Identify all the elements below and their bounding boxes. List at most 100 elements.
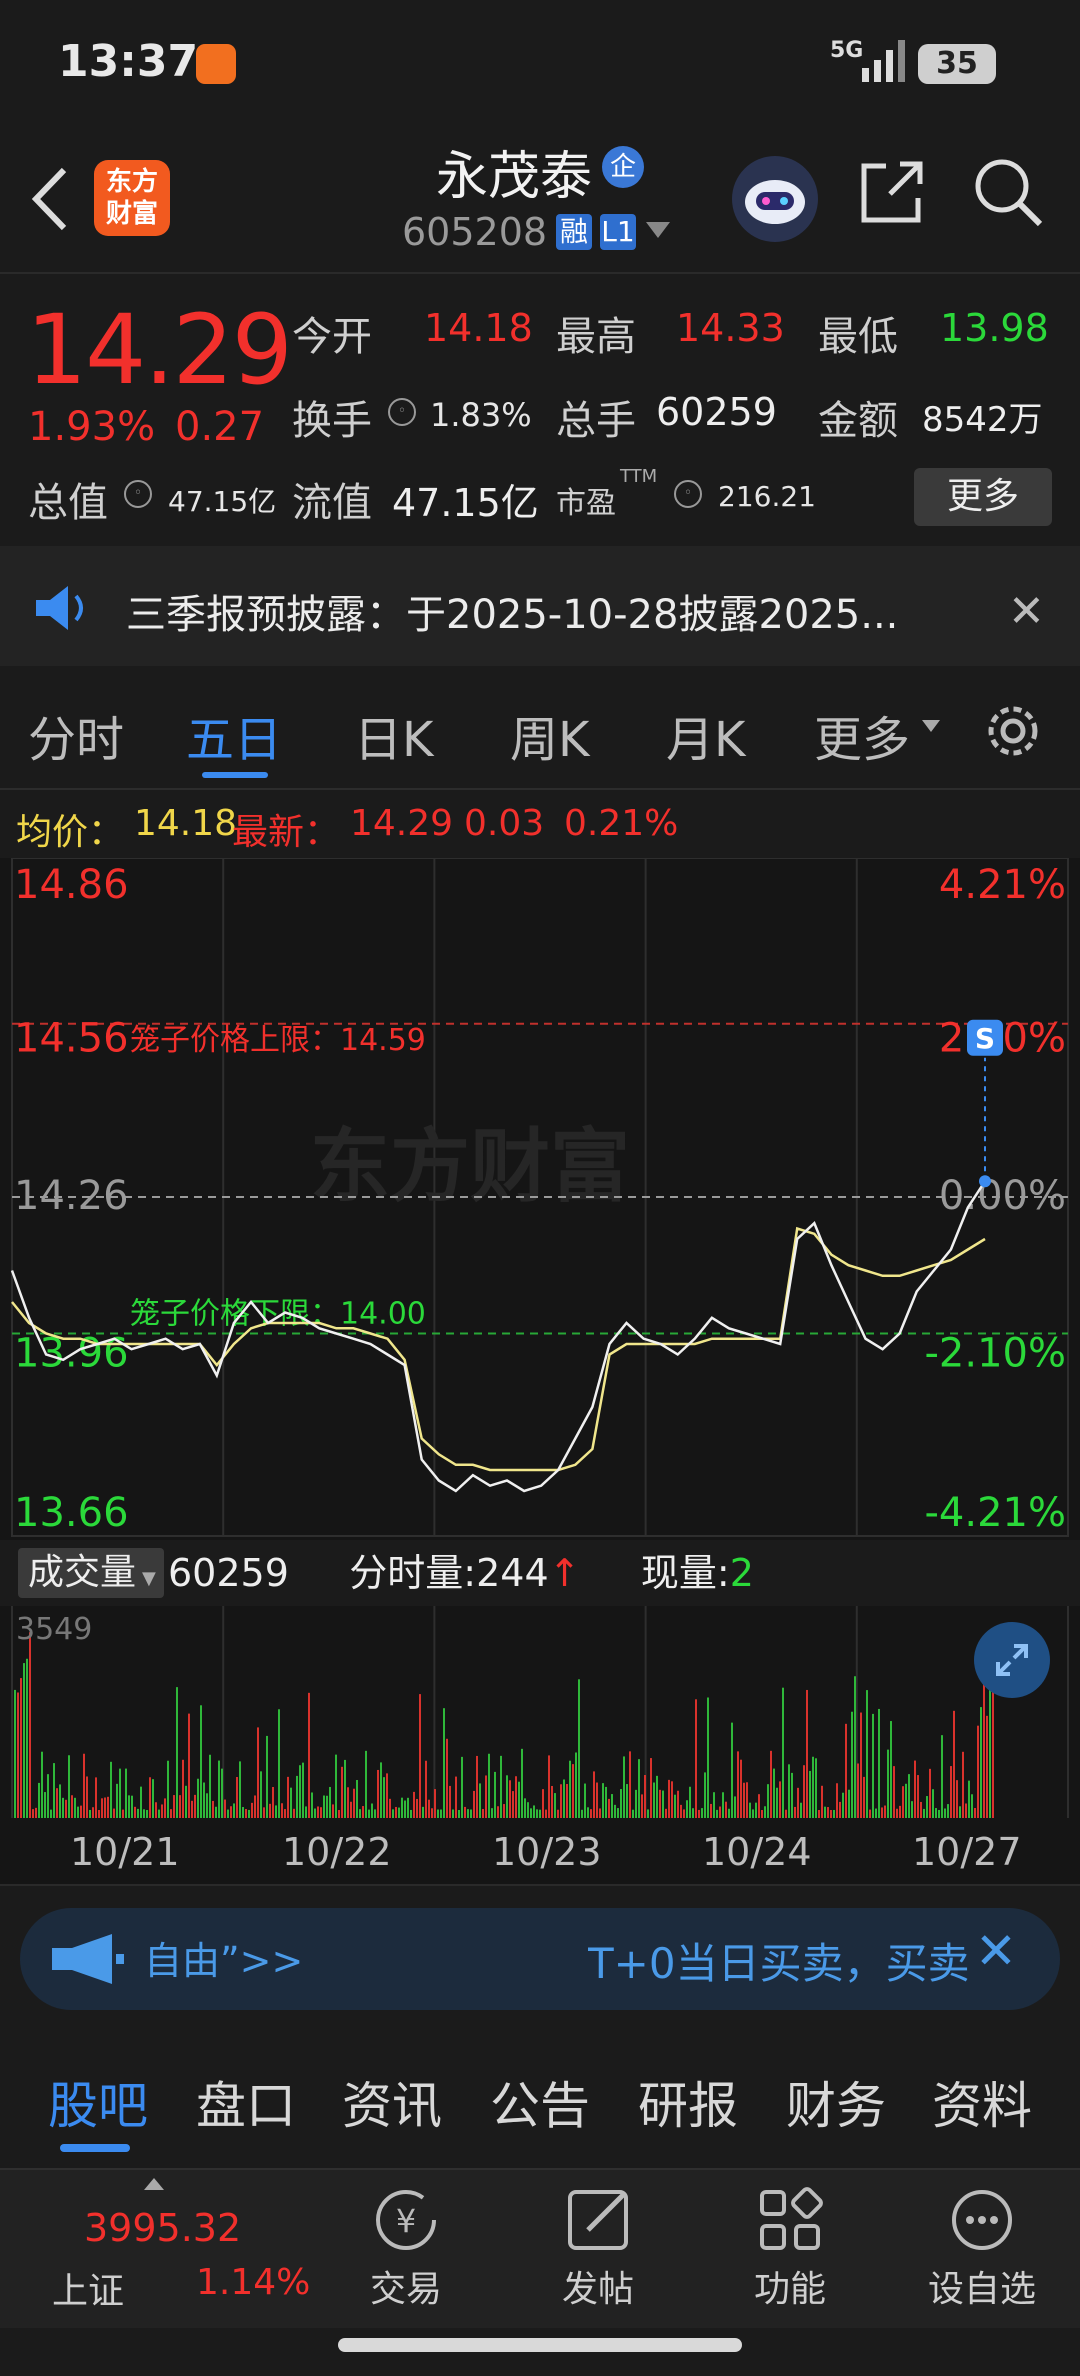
volume-bar [626, 1784, 628, 1818]
info-eye-icon[interactable]: ◦ [388, 398, 416, 426]
volume-bar [617, 1808, 619, 1818]
volume-bar [467, 1809, 469, 1818]
volume-bar [908, 1774, 910, 1818]
volume-bar [65, 1799, 67, 1818]
index-value[interactable]: 3995.32 [84, 2206, 241, 2250]
volume-bar [74, 1797, 76, 1818]
volume-header: 成交量 ▼ 60259 分时量:244↑ 现量:2 [0, 1540, 1080, 1606]
volume-bar [683, 1809, 685, 1818]
volume-bar [497, 1806, 499, 1818]
volume-bar [500, 1755, 502, 1818]
assistant-robot-icon[interactable] [732, 156, 818, 242]
volume-bar [104, 1797, 106, 1818]
nav-functions[interactable]: 功能 [730, 2180, 850, 2312]
tab-forum[interactable]: 股吧 [48, 2066, 148, 2138]
volume-bar [539, 1809, 541, 1818]
volume-bar [335, 1754, 337, 1818]
volume-bar [416, 1798, 418, 1818]
back-icon[interactable] [30, 164, 70, 234]
volume-bar [26, 1658, 28, 1818]
volume-bar [845, 1723, 847, 1818]
info-eye-icon[interactable]: ◦ [674, 480, 702, 508]
tab-five-day[interactable]: 五日 [186, 700, 282, 770]
search-icon[interactable] [972, 156, 1044, 228]
tab-monthly-k[interactable]: 月K [666, 700, 745, 770]
avg-value: 14.18 [134, 803, 238, 844]
volume-bar [224, 1799, 226, 1818]
gear-icon[interactable] [982, 700, 1044, 762]
volume-bar [236, 1777, 238, 1818]
volume-bar [560, 1784, 562, 1818]
five-day-chart[interactable]: 东方财富 笼子价格上限：14.59 笼子价格下限：14.00 14.86 14.56 14… [0, 857, 1080, 1540]
banner-left-text: 自由”>> [144, 1939, 304, 1983]
volume-bar [821, 1785, 823, 1818]
tab-intraday[interactable]: 分时 [28, 700, 124, 770]
volume-bar [140, 1786, 142, 1818]
volume-bar [56, 1788, 58, 1818]
volume-bar [917, 1775, 919, 1818]
volume-bar [509, 1780, 511, 1818]
volume-bar [245, 1809, 247, 1818]
change-percent: 1.93% [28, 404, 156, 450]
volume-bar [548, 1755, 550, 1818]
volume-bar [359, 1809, 361, 1818]
volume-bar [482, 1808, 484, 1818]
volume-bar [542, 1789, 544, 1818]
chevron-down-icon[interactable] [646, 222, 670, 240]
volume-bar [671, 1781, 673, 1818]
amount-label: 金额 [818, 398, 898, 444]
volume-bar [854, 1676, 856, 1818]
tab-daily-k[interactable]: 日K [354, 700, 433, 770]
volume-bar [119, 1768, 121, 1818]
close-icon[interactable]: ✕ [975, 1922, 1017, 1980]
margin-tag: 融 [556, 214, 592, 250]
notice-bar[interactable]: 三季报预披露：于2025-10-28披露2025... ✕ [0, 546, 1080, 666]
promo-banner[interactable]: 自由”>> T+0当日买卖，买卖 ✕ [20, 1908, 1060, 2010]
volume-chart[interactable]: 3549 [0, 1606, 1080, 1822]
mktcap-value: 47.15亿 [168, 485, 277, 518]
volume-bar [773, 1768, 775, 1818]
volume-bar [800, 1802, 802, 1818]
latest-change: 0.03 [464, 803, 545, 844]
volume-readout: 60259 分时量:244↑ 现量:2 [168, 1548, 754, 1598]
nav-watchlist[interactable]: 设自选 [922, 2180, 1042, 2312]
volume-bar [878, 1708, 880, 1818]
tab-research[interactable]: 研报 [638, 2066, 738, 2138]
volume-bar [365, 1750, 367, 1818]
tab-more[interactable]: 更多 [814, 700, 910, 770]
volume-bar [350, 1801, 352, 1818]
banner-right-text: T+0当日买卖，买卖 [588, 1939, 968, 1988]
volume-bar [983, 1682, 985, 1818]
status-bar: 13:37 5G 35 [0, 0, 1080, 130]
y-left-tick: 14.56 [14, 1016, 129, 1062]
tab-profile[interactable]: 资料 [932, 2066, 1032, 2138]
volume-bar [77, 1806, 79, 1818]
tab-weekly-k[interactable]: 周K [510, 700, 589, 770]
nav-post[interactable]: 发帖 [538, 2180, 658, 2312]
volume-indicator-dropdown[interactable]: 成交量 ▼ [18, 1548, 164, 1598]
share-icon[interactable] [856, 156, 928, 228]
volume-bar [284, 1809, 286, 1818]
tab-news[interactable]: 资讯 [342, 2066, 442, 2138]
volume-bar [884, 1805, 886, 1818]
nav-trade[interactable]: ¥ 交易 [346, 2180, 466, 2312]
more-button[interactable]: 更多 [914, 468, 1052, 526]
volume-bar [515, 1776, 517, 1818]
volume-bar [836, 1783, 838, 1818]
volume-bar [704, 1772, 706, 1818]
volume-bar [695, 1699, 697, 1818]
volume-bar [191, 1800, 193, 1818]
nav-trade-label: 交易 [369, 2269, 442, 2310]
volume-bar [113, 1808, 115, 1818]
expand-icon[interactable] [974, 1622, 1050, 1698]
tab-financials[interactable]: 财务 [786, 2066, 886, 2138]
volume-bar [992, 1691, 994, 1818]
close-icon[interactable]: ✕ [1008, 586, 1045, 637]
tab-announcements[interactable]: 公告 [490, 2066, 590, 2138]
volume-bar [128, 1795, 130, 1818]
volume-bar [956, 1780, 958, 1818]
volume-bar [860, 1712, 862, 1818]
info-eye-icon[interactable]: ◦ [124, 480, 152, 508]
volume-bar [380, 1762, 382, 1818]
tab-orderbook[interactable]: 盘口 [196, 2066, 296, 2138]
